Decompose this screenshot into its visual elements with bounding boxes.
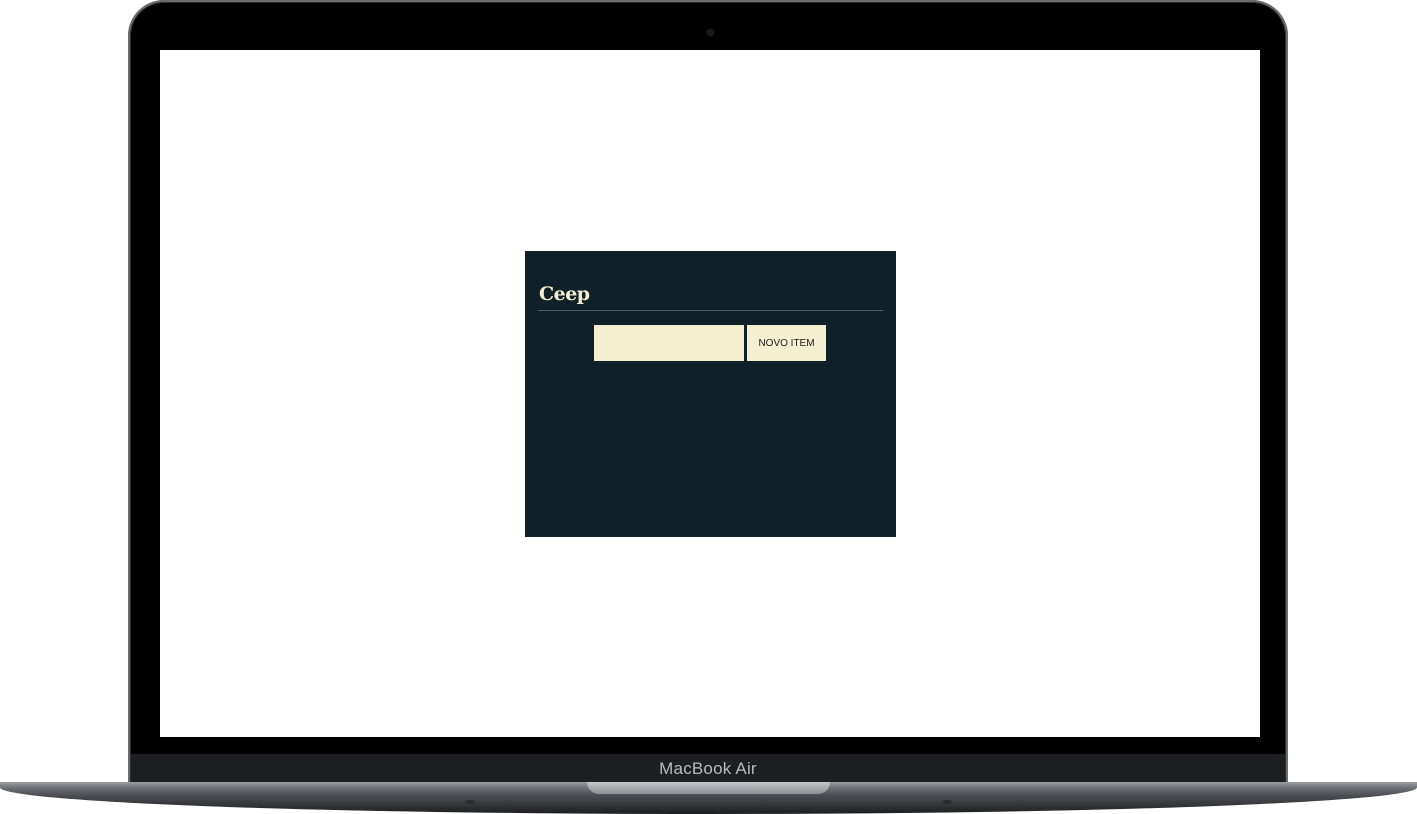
new-item-button[interactable]: NOVO ITEM xyxy=(747,325,826,361)
laptop-lid: Ceep NOVO ITEM MacBook Air xyxy=(128,0,1288,786)
ceep-app: Ceep NOVO ITEM xyxy=(525,251,896,537)
app-title: Ceep xyxy=(539,283,590,305)
laptop-foot xyxy=(465,800,475,804)
camera-icon xyxy=(707,29,714,36)
laptop-foot xyxy=(942,800,952,804)
laptop-opening-notch xyxy=(587,782,830,794)
app-header: Ceep xyxy=(538,283,883,311)
screen-bezel: Ceep NOVO ITEM xyxy=(131,3,1285,786)
browser-viewport: Ceep NOVO ITEM xyxy=(160,50,1260,737)
new-item-form: NOVO ITEM xyxy=(594,325,826,361)
new-item-input[interactable] xyxy=(594,325,744,361)
model-label: MacBook Air xyxy=(659,759,757,778)
